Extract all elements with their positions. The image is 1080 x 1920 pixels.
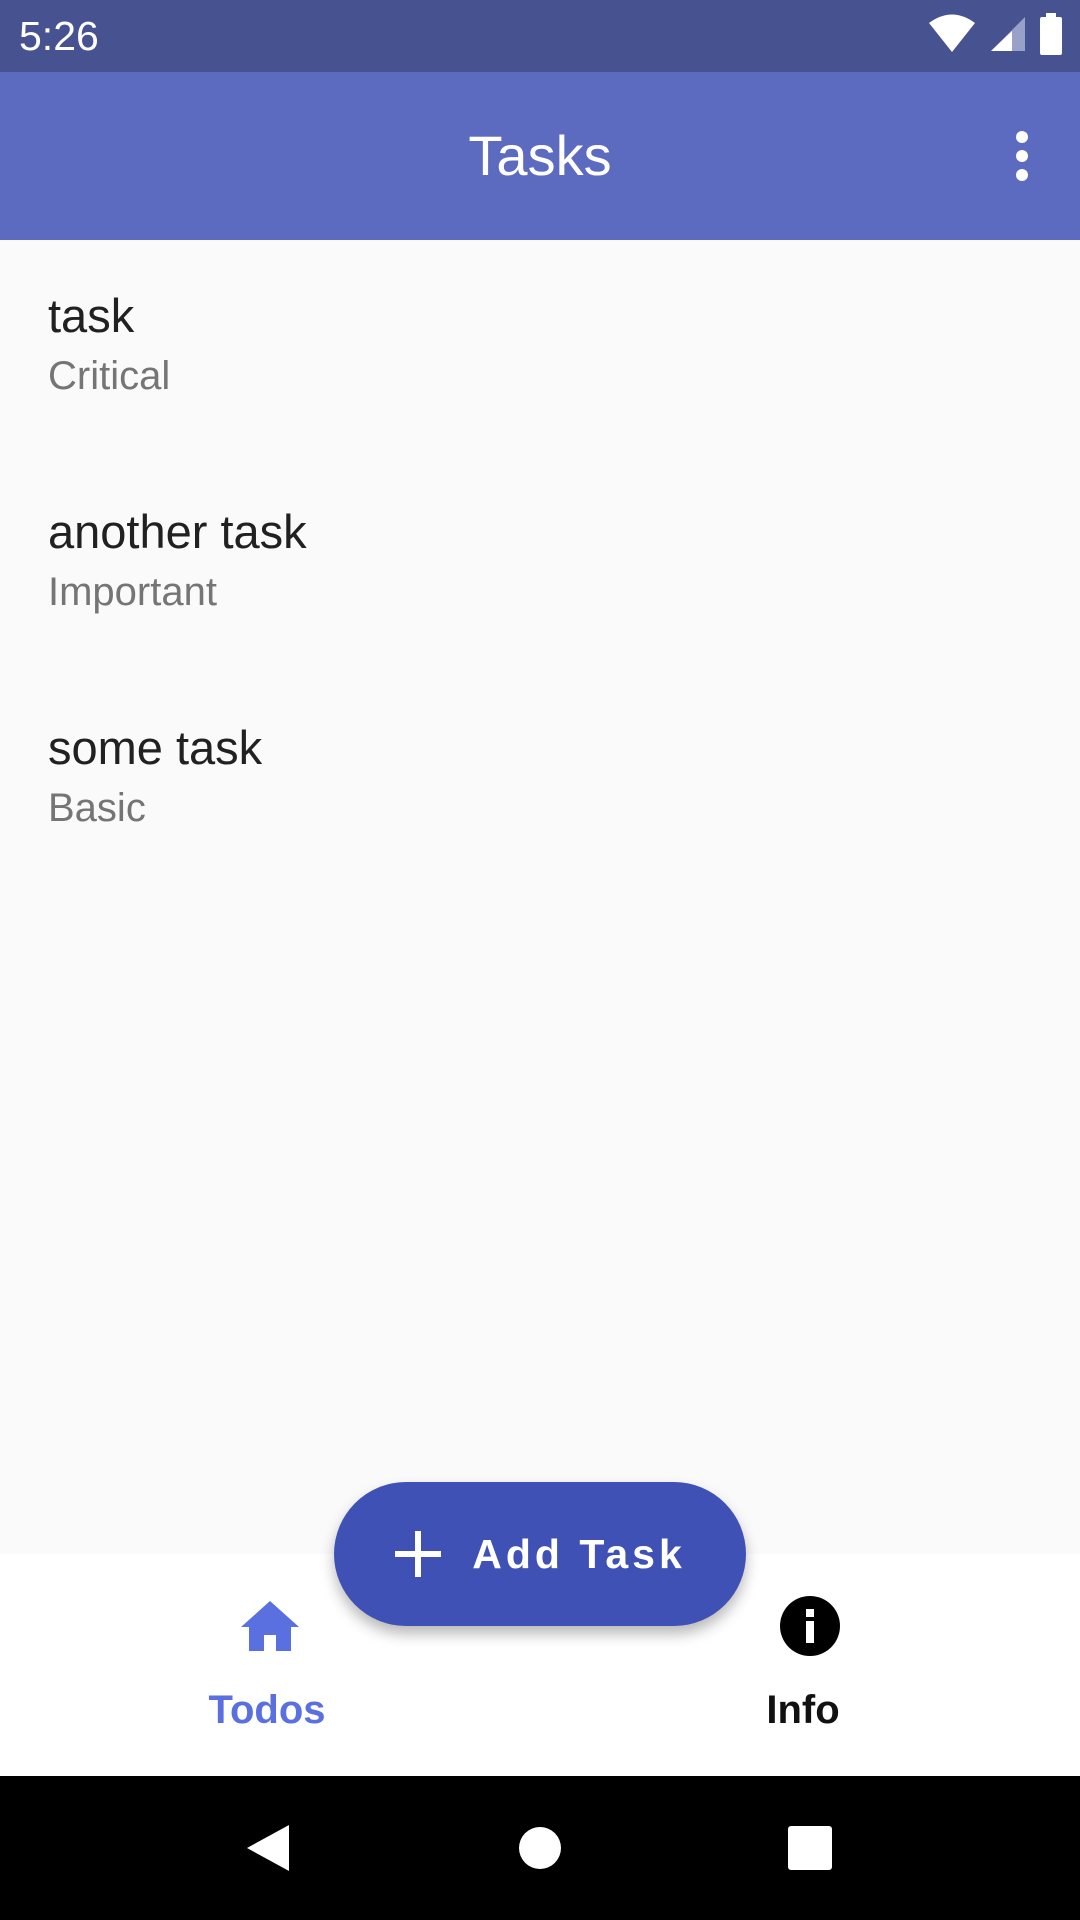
task-item[interactable]: task Critical [0,240,1080,456]
cellular-signal-icon [990,15,1026,57]
task-item[interactable]: another task Important [0,456,1080,672]
info-icon [774,1590,846,1662]
task-title: another task [48,505,307,558]
status-time: 5:26 [19,13,99,59]
nav-label-info: Info [766,1688,840,1732]
recents-button[interactable] [760,1798,860,1898]
page-title: Tasks [468,124,612,187]
back-icon [247,1825,289,1871]
nav-label-todos: Todos [208,1688,326,1732]
add-task-button[interactable]: Add Task [334,1482,746,1626]
add-task-label: Add Task [472,1530,686,1577]
task-priority: Critical [48,354,171,398]
plus-icon [394,1530,442,1578]
recents-icon [788,1826,832,1870]
task-title: task [48,289,135,342]
battery-icon [1040,13,1062,59]
more-vert-icon [1016,131,1028,181]
overflow-menu-button[interactable] [980,108,1064,204]
status-bar: 5:26 [0,0,1080,72]
wifi-icon [928,14,976,58]
task-priority: Important [48,570,217,614]
task-priority: Basic [48,786,146,830]
home-circle-icon [519,1827,561,1869]
status-icons [928,13,1062,59]
home-icon [234,1590,306,1662]
task-title: some task [48,721,263,774]
task-item[interactable]: some task Basic [0,672,1080,888]
app-bar: Tasks [0,72,1080,240]
back-button[interactable] [218,1798,318,1898]
system-navigation-bar [0,1776,1080,1920]
home-button[interactable] [490,1798,590,1898]
task-list: task Critical another task Important som… [0,240,1080,1554]
